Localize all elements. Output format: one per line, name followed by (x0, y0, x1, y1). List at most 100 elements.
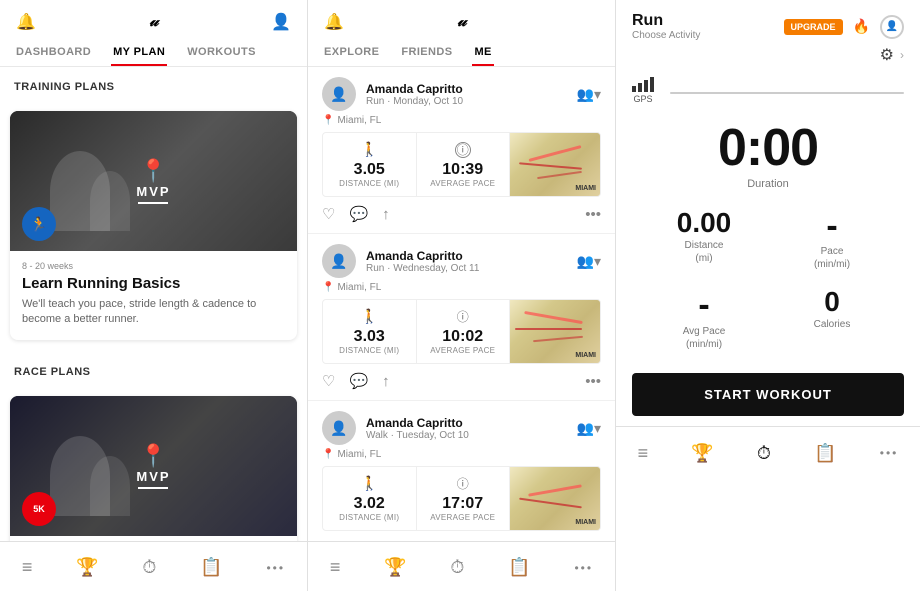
right-nav-more[interactable]: ••• (880, 446, 899, 460)
upgrade-button[interactable]: UPGRADE (784, 19, 843, 35)
gear-row: ⚙ › (616, 45, 920, 69)
mvp-logo: 📍 MVP (136, 158, 170, 204)
gps-bar-2 (638, 83, 642, 92)
middle-nav-home[interactable]: ≡ (330, 557, 341, 578)
right-top-bar: Run Choose Activity UPGRADE 🔥 👤 (616, 0, 920, 45)
right-nav-timer[interactable]: ⏱ (757, 443, 771, 464)
right-nav-trophy[interactable]: 🏆 (691, 443, 713, 464)
gps-bar-4 (650, 77, 654, 92)
left-nav-more[interactable]: ••• (266, 561, 285, 575)
right-bottom-nav: ≡ 🏆 ⏱ 📋 ••• (616, 426, 920, 476)
feed-user-info-2: 👤 Amanda Capritto Run · Wednesday, Oct 1… (322, 244, 479, 278)
tab-explore[interactable]: EXPLORE (322, 40, 381, 66)
map-label-1: MIAMI (575, 185, 596, 192)
learn-running-card[interactable]: 📍 MVP 🏃 8 - 20 weeks Learn Running Basic… (10, 111, 297, 340)
running-icon: 🏃 (30, 216, 47, 233)
comment-icon-1[interactable]: 💬 (349, 205, 368, 223)
location-pin-icon-2: 📍 (322, 282, 334, 293)
map-bg-1: MIAMI (510, 133, 600, 196)
gear-icon[interactable]: ⚙ (880, 45, 894, 65)
feed-name-3: Amanda Capritto (366, 416, 469, 430)
pace-icon-1: ⓘ (455, 142, 471, 158)
follow-btn-3[interactable]: 👥▾ (577, 420, 601, 437)
right-nav-list[interactable]: ≡ (638, 443, 649, 464)
feed-item-3: 👤 Amanda Capritto Walk · Tuesday, Oct 10… (308, 401, 615, 541)
tab-me[interactable]: ME (472, 40, 493, 66)
metric-calories-label: Calories (814, 318, 851, 331)
metric-pace-label: Pace(min/mi) (814, 245, 850, 271)
stat-label-pace-3: AVERAGE PACE (430, 513, 495, 522)
profile-icon[interactable]: 👤 (271, 12, 291, 32)
share-icon-1[interactable]: ↑ (382, 206, 390, 223)
feed-user-row-1: 👤 Amanda Capritto Run · Monday, Oct 10 👥… (322, 77, 601, 111)
location-pin-icon-3: 📍 (322, 449, 334, 460)
like-icon-1[interactable]: ♡ (322, 205, 335, 223)
card-image-running: 📍 MVP 🏃 (10, 111, 297, 251)
avatar-1: 👤 (322, 77, 356, 111)
running-card-desc: We'll teach you pace, stride length & ca… (22, 297, 285, 328)
middle-nav-more[interactable]: ••• (574, 561, 593, 575)
follow-btn-1[interactable]: 👥▾ (577, 86, 601, 103)
feed-item-2: 👤 Amanda Capritto Run · Wednesday, Oct 1… (308, 234, 615, 401)
feed-actions-1: ♡ 💬 ↑ ••• (322, 205, 601, 223)
tab-workouts[interactable]: WORKOUTS (185, 40, 258, 66)
gps-bar-3 (644, 80, 648, 92)
start-workout-button[interactable]: START WORKOUT (632, 373, 904, 416)
gps-bar-1 (632, 86, 636, 92)
middle-nav-clock[interactable]: ⏱ (450, 557, 464, 578)
feed-stat-pace-3: ⓘ 17:07 AVERAGE PACE (417, 467, 511, 530)
stat-label-dist-3: DISTANCE (MI) (339, 513, 399, 522)
feed-user-info-3: 👤 Amanda Capritto Walk · Tuesday, Oct 10 (322, 411, 469, 445)
metric-avg-pace: - Avg Pace(min/mi) (640, 287, 768, 350)
5k-card[interactable]: 📍 MVP 5K 8 - 20 weeks Complete a 5k For … (10, 396, 297, 541)
running-card-title: Learn Running Basics (22, 275, 285, 292)
tab-friends[interactable]: FRIENDS (399, 40, 454, 66)
stat-value-dist-3: 3.02 (354, 495, 385, 513)
right-nav-clipboard[interactable]: 📋 (814, 443, 836, 464)
avatar-2: 👤 (322, 244, 356, 278)
comment-icon-2[interactable]: 💬 (349, 372, 368, 390)
mvp-underline-5k (138, 487, 168, 489)
mvp-underline (138, 202, 168, 204)
distance-icon-3: 🚶 (361, 475, 378, 492)
left-nav-clock[interactable]: ⏱ (142, 557, 156, 578)
card-image-5k: 📍 MVP 5K (10, 396, 297, 536)
feed-stats-2: 🚶 3.03 DISTANCE (MI) ⓘ 10:02 AVERAGE PAC… (322, 299, 601, 364)
middle-nav-tabs: EXPLORE FRIENDS ME (308, 40, 615, 67)
left-nav-tabs: DASHBOARD MY PLAN WORKOUTS (0, 40, 307, 67)
like-icon-2[interactable]: ♡ (322, 372, 335, 390)
bell-icon[interactable]: 🔔 (16, 12, 36, 32)
right-activity-info: Run Choose Activity (632, 12, 700, 41)
feed-user-text-1: Amanda Capritto Run · Monday, Oct 10 (366, 82, 463, 107)
middle-nav-trophy[interactable]: 🏆 (384, 557, 406, 578)
right-top-icons: UPGRADE 🔥 👤 (784, 15, 904, 39)
feed-map-3: MIAMI (510, 467, 600, 530)
stat-value-pace-2: 10:02 (442, 328, 483, 346)
follow-btn-2[interactable]: 👥▾ (577, 253, 601, 270)
avatar-right[interactable]: 👤 (880, 15, 904, 39)
feed-stats-3: 🚶 3.02 DISTANCE (MI) ⓘ 17:07 AVERAGE PAC… (322, 466, 601, 531)
left-bottom-nav: ≡ 🏆 ⏱ 📋 ••• (0, 541, 307, 591)
metrics-grid: 0.00 Distance(mi) - Pace(min/mi) - Avg P… (616, 196, 920, 363)
middle-bell-icon[interactable]: 🔔 (324, 12, 344, 32)
middle-panel: 🔔 𝓊 EXPLORE FRIENDS ME 👤 Amanda Capritto… (308, 0, 616, 591)
more-icon-1[interactable]: ••• (585, 206, 601, 223)
feed-actions-2: ♡ 💬 ↑ ••• (322, 372, 601, 390)
distance-icon-2: 🚶 (361, 308, 378, 325)
training-plans-header: TRAINING PLANS (0, 67, 307, 99)
timer-display: 0:00 (718, 122, 818, 174)
chevron-right-icon[interactable]: › (900, 48, 904, 62)
metric-pace-value: - (826, 208, 837, 245)
more-icon-2[interactable]: ••• (585, 373, 601, 390)
feed-item-1: 👤 Amanda Capritto Run · Monday, Oct 10 👥… (308, 67, 615, 234)
running-card-body: 8 - 20 weeks Learn Running Basics We'll … (10, 251, 297, 340)
feed-user-row-2: 👤 Amanda Capritto Run · Wednesday, Oct 1… (322, 244, 601, 278)
stat-value-dist-1: 3.05 (354, 161, 385, 179)
left-nav-clipboard[interactable]: 📋 (200, 557, 222, 578)
share-icon-2[interactable]: ↑ (382, 373, 390, 390)
middle-nav-clipboard[interactable]: 📋 (508, 557, 530, 578)
left-nav-home[interactable]: ≡ (22, 557, 33, 578)
tab-dashboard[interactable]: DASHBOARD (14, 40, 93, 66)
tab-my-plan[interactable]: MY PLAN (111, 40, 167, 66)
left-nav-trophy[interactable]: 🏆 (76, 557, 98, 578)
